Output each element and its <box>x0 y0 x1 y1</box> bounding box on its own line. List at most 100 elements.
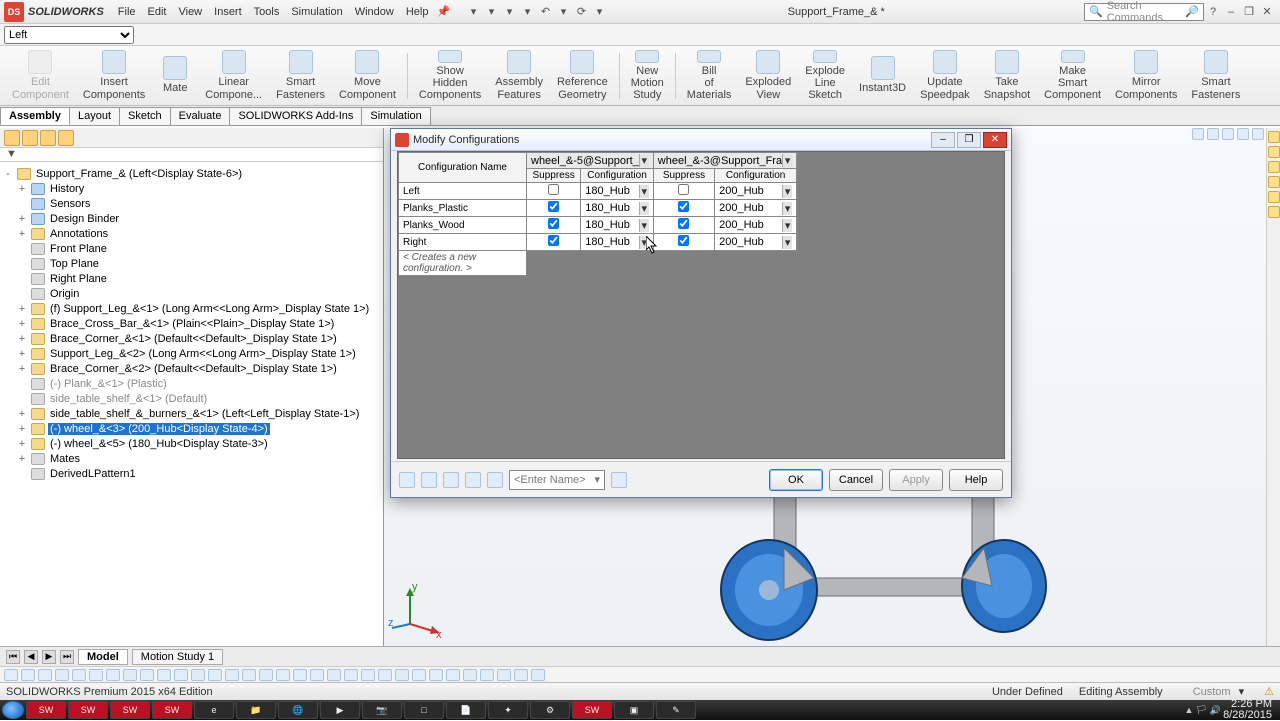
options-icon[interactable]: ▾ <box>592 5 606 18</box>
help-icon[interactable]: ? <box>1206 6 1220 18</box>
tab-solidworks-add-ins[interactable]: SOLIDWORKS Add-Ins <box>229 107 362 125</box>
sheet-nav-prev[interactable]: ◀ <box>24 650 38 664</box>
taskbar-item[interactable]: 🌐 <box>278 701 318 719</box>
menu-help[interactable]: Help <box>400 3 435 21</box>
toolbar-icon[interactable] <box>487 472 503 488</box>
toolbar-icon[interactable] <box>443 472 459 488</box>
feature-tree[interactable]: -Support_Frame_& (Left<Display State-6>)… <box>0 162 383 485</box>
mini-tool[interactable] <box>497 669 511 681</box>
ribbon-smart-fasteners[interactable]: SmartFasteners <box>1185 48 1246 104</box>
mini-tool[interactable] <box>446 669 460 681</box>
ribbon-bill-of-materials[interactable]: BillofMaterials <box>681 48 738 104</box>
tree-node[interactable]: Front Plane <box>2 241 381 256</box>
tab-assembly[interactable]: Assembly <box>0 107 70 125</box>
mini-tool[interactable] <box>55 669 69 681</box>
tree-node[interactable]: +Mates <box>2 451 381 466</box>
tab-evaluate[interactable]: Evaluate <box>170 107 231 125</box>
mini-tool[interactable] <box>344 669 358 681</box>
mini-tool[interactable] <box>293 669 307 681</box>
tree-node[interactable]: +Brace_Corner_&<2> (Default<<Default>_Di… <box>2 361 381 376</box>
help-button[interactable]: Help <box>949 469 1003 491</box>
tree-node[interactable]: +(f) Support_Leg_&<1> (Long Arm<<Long Ar… <box>2 301 381 316</box>
windows-taskbar[interactable]: SW SW SW SW e 📁 🌐 ▶ 📷 □ 📄 ✦ ⚙ SW ▣ ✎ ▲ 🏳… <box>0 700 1280 720</box>
mini-tool[interactable] <box>38 669 52 681</box>
tree-node[interactable]: +Design Binder <box>2 211 381 226</box>
save-icon[interactable]: ▾ <box>502 5 516 18</box>
tree-node[interactable]: +Annotations <box>2 226 381 241</box>
tab-layout[interactable]: Layout <box>69 107 120 125</box>
ribbon-show-hidden-components[interactable]: ShowHiddenComponents <box>413 48 487 104</box>
start-button[interactable] <box>2 701 24 719</box>
mini-tool[interactable] <box>327 669 341 681</box>
tree-node[interactable]: Sensors <box>2 196 381 211</box>
mini-tool[interactable] <box>242 669 256 681</box>
tree-node[interactable]: +Brace_Corner_&<1> (Default<<Default>_Di… <box>2 331 381 346</box>
tree-node[interactable]: Right Plane <box>2 271 381 286</box>
tree-node[interactable]: -Support_Frame_& (Left<Display State-6>) <box>2 166 381 181</box>
toolbar-icon[interactable] <box>421 472 437 488</box>
tree-node[interactable]: +(-) wheel_&<5> (180_Hub<Display State-3… <box>2 436 381 451</box>
fm-tab-strip[interactable] <box>0 128 383 148</box>
ribbon-make-smart-component[interactable]: MakeSmartComponent <box>1038 48 1107 104</box>
tree-node[interactable]: +side_table_shelf_&_burners_&<1> (Left<L… <box>2 406 381 421</box>
dialog-minimize[interactable]: – <box>931 132 955 148</box>
toolbar-icon[interactable] <box>611 472 627 488</box>
mini-tool[interactable] <box>514 669 528 681</box>
sheet-nav-first[interactable]: ⏮ <box>6 650 20 664</box>
print-icon[interactable]: ▾ <box>520 5 534 18</box>
minimize-icon[interactable]: – <box>1224 6 1238 18</box>
ok-button[interactable]: OK <box>769 469 823 491</box>
mini-tool[interactable] <box>89 669 103 681</box>
tree-node[interactable]: Top Plane <box>2 256 381 271</box>
ribbon-instant-d[interactable]: Instant3D <box>853 48 912 104</box>
mini-tool[interactable] <box>191 669 205 681</box>
mini-tool[interactable] <box>259 669 273 681</box>
new-icon[interactable]: ▾ <box>466 5 480 18</box>
taskbar-item[interactable]: 📁 <box>236 701 276 719</box>
mini-tool[interactable] <box>21 669 35 681</box>
tree-node[interactable]: +(-) wheel_&<3> (200_Hub<Display State-4… <box>2 421 381 436</box>
menu-simulation[interactable]: Simulation <box>285 3 348 21</box>
mini-tool[interactable] <box>4 669 18 681</box>
taskbar-item[interactable]: ▶ <box>320 701 360 719</box>
menu-window[interactable]: Window <box>349 3 400 21</box>
doc-window-buttons[interactable] <box>1192 128 1264 142</box>
cancel-button[interactable]: Cancel <box>829 469 883 491</box>
sheet-nav-next[interactable]: ▶ <box>42 650 56 664</box>
taskbar-item[interactable]: ▣ <box>614 701 654 719</box>
toolbar-icon[interactable] <box>465 472 481 488</box>
status-icon[interactable]: ▾ <box>1239 685 1245 698</box>
ribbon-explode-line-sketch[interactable]: ExplodeLineSketch <box>799 48 851 104</box>
taskbar-item[interactable]: e <box>194 701 234 719</box>
mini-tool[interactable] <box>463 669 477 681</box>
name-combo[interactable]: <Enter Name>▾ <box>509 470 605 490</box>
undo-icon[interactable]: ↶ <box>538 5 552 18</box>
mini-tool[interactable] <box>361 669 375 681</box>
taskbar-item[interactable]: ⚙ <box>530 701 570 719</box>
menu-tools[interactable]: Tools <box>248 3 286 21</box>
pushpin-icon[interactable]: 📌 <box>436 5 450 18</box>
mini-tool[interactable] <box>225 669 239 681</box>
taskbar-item[interactable]: SW <box>572 701 612 719</box>
menu-file[interactable]: File <box>112 3 142 21</box>
mini-tool[interactable] <box>310 669 324 681</box>
redo-icon[interactable]: ▾ <box>556 5 570 18</box>
ribbon-assembly-features[interactable]: AssemblyFeatures <box>489 48 549 104</box>
dialog-titlebar[interactable]: Modify Configurations – ❐ ✕ <box>391 129 1011 151</box>
apply-button[interactable]: Apply <box>889 469 943 491</box>
ribbon-new-motion-study[interactable]: NewMotionStudy <box>625 48 670 104</box>
menu-edit[interactable]: Edit <box>142 3 173 21</box>
mini-tool[interactable] <box>174 669 188 681</box>
open-icon[interactable]: ▾ <box>484 5 498 18</box>
tree-node[interactable]: +Support_Leg_&<2> (Long Arm<<Long Arm>_D… <box>2 346 381 361</box>
ribbon-linear-compone-[interactable]: LinearCompone... <box>199 48 268 104</box>
ribbon-reference-geometry[interactable]: ReferenceGeometry <box>551 48 614 104</box>
taskbar-item[interactable]: □ <box>404 701 444 719</box>
taskbar-item[interactable]: SW <box>26 701 66 719</box>
restore-icon[interactable]: ❐ <box>1242 5 1256 18</box>
ribbon-move-component[interactable]: MoveComponent <box>333 48 402 104</box>
task-pane[interactable] <box>1266 128 1280 646</box>
status-warn-icon[interactable]: ⚠ <box>1264 685 1274 698</box>
mini-tool[interactable] <box>106 669 120 681</box>
mini-tool[interactable] <box>395 669 409 681</box>
